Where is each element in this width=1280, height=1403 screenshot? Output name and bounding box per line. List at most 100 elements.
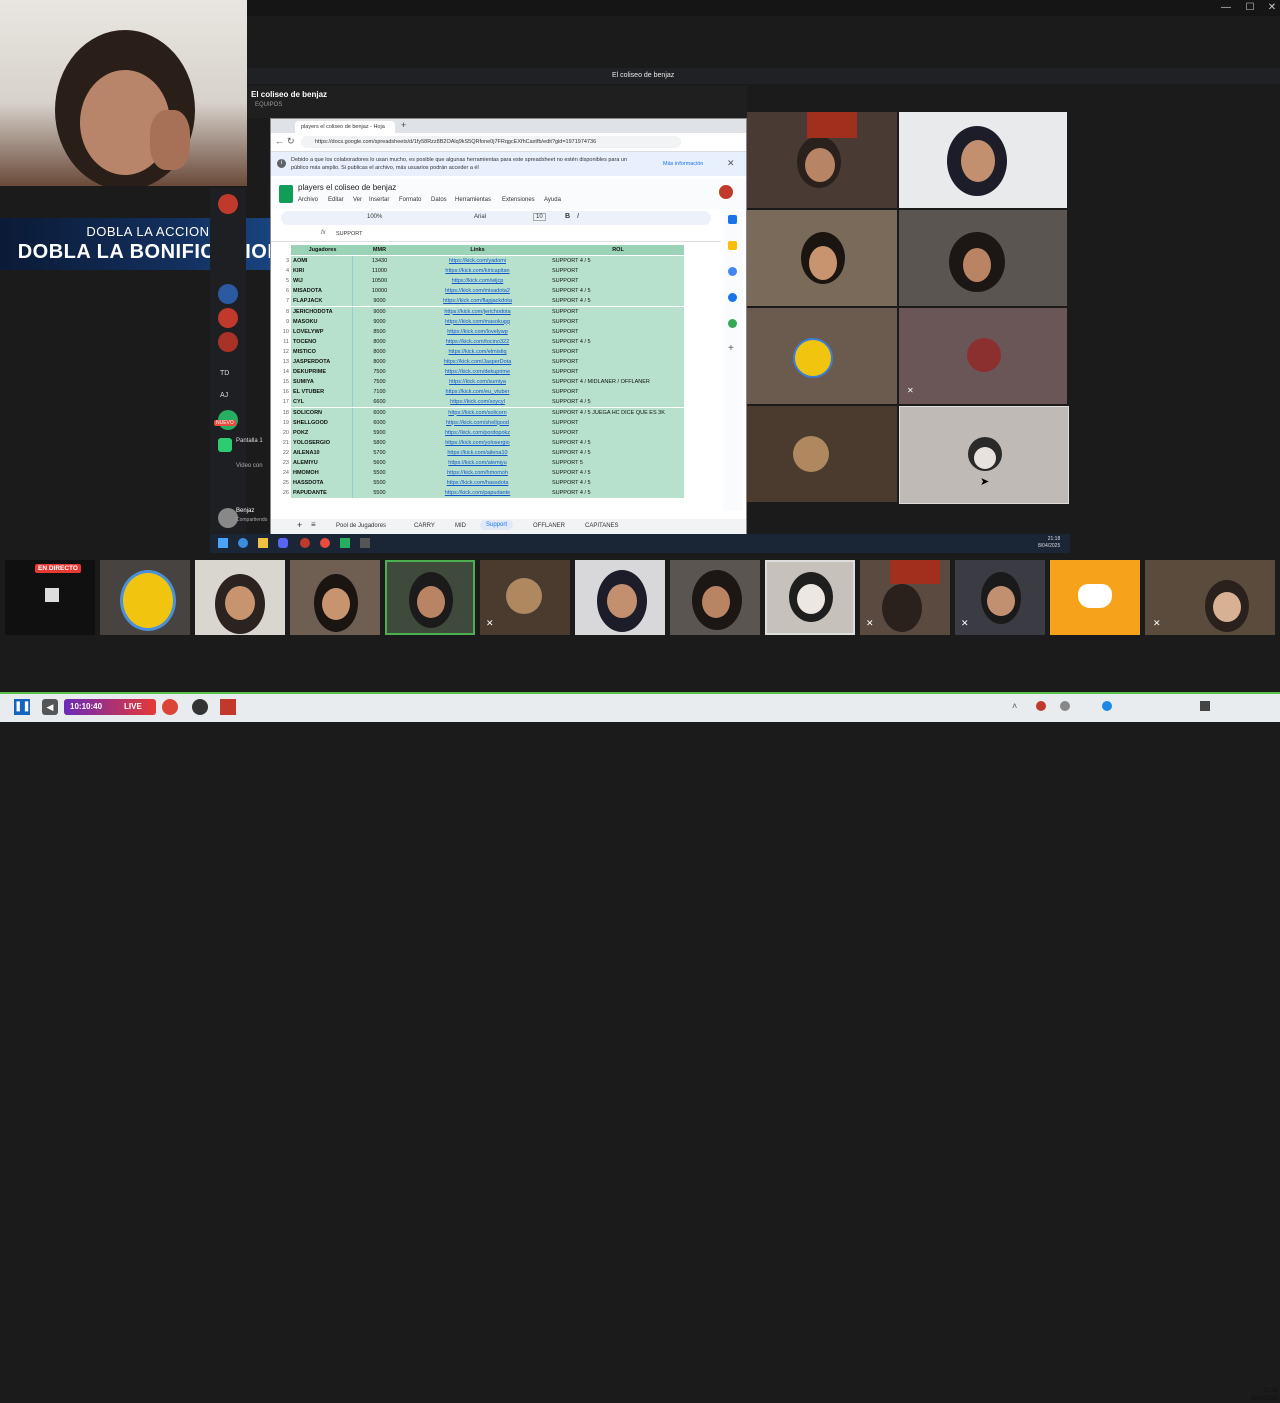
participant-tile[interactable] (747, 406, 897, 502)
account-avatar[interactable] (719, 185, 733, 199)
link-cell[interactable]: https://kick.com/lovelywp (406, 326, 550, 337)
role-cell[interactable]: SUPPORT (549, 306, 684, 317)
avatar[interactable] (218, 508, 238, 528)
menu-ver[interactable]: Ver (353, 197, 362, 203)
more-info-link[interactable]: Más información (663, 161, 703, 167)
role-cell[interactable]: SUPPORT 4 / 5 JUEGA HC DICE QUE ES 3K (549, 407, 684, 418)
sheet-tab-mid[interactable]: MID (455, 523, 466, 529)
add-sheet-icon[interactable]: + (297, 520, 302, 530)
role-cell[interactable]: SUPPORT (549, 357, 684, 367)
link-cell[interactable]: https://kick.com/shellgood (406, 417, 550, 428)
link-cell[interactable]: https://kick.com/misadota2 (406, 286, 550, 297)
player-cell[interactable]: CYL (291, 397, 353, 408)
participant-strip-tile[interactable] (100, 560, 190, 635)
folder-icon[interactable] (258, 538, 268, 548)
link-cell[interactable]: https://kick.com/hassdota (406, 478, 550, 489)
link-cell[interactable]: https://kick.com/hmomoh (406, 468, 550, 479)
link-cell[interactable]: https://kick.com/wijcp (406, 276, 550, 287)
table-row[interactable]: 3 AOMI 13430 https://kick.com/yadomi SUPPORT… (286, 256, 711, 266)
link-cell[interactable]: https://kick.com/jerichodota (406, 306, 550, 317)
role-cell[interactable]: SUPPORT (549, 346, 684, 357)
menu-editar[interactable]: Editar (328, 197, 344, 203)
role-cell[interactable]: SUPPORT 4 / 5 (549, 397, 684, 408)
mmr-cell[interactable]: 8000 (353, 346, 407, 357)
table-row[interactable]: 25 HASSDOTA 5500 https://kick.com/hassdota S… (283, 478, 711, 489)
mmr-cell[interactable]: 7100 (353, 387, 407, 398)
table-row[interactable]: 8 JERICHODOTA 9000 https://kick.com/jericho… (286, 306, 711, 317)
mmr-cell[interactable]: 10000 (353, 286, 407, 297)
link-cell[interactable]: https://kick.com/yolosergio (406, 437, 550, 448)
column-header[interactable]: ROL (549, 245, 684, 255)
link-cell[interactable]: https://kick.com/solicorn (406, 407, 550, 418)
taskbar-clock[interactable]: 21:18 8/04/2025 (1250, 1387, 1278, 1403)
sheet-tab-carry[interactable]: CARRY (414, 523, 435, 529)
calendar-icon[interactable] (728, 215, 737, 224)
maps-icon[interactable] (728, 319, 737, 328)
close-notice-icon[interactable]: ✕ (727, 158, 735, 169)
mmr-cell[interactable]: 13430 (353, 256, 407, 266)
mmr-cell[interactable]: 5700 (353, 447, 407, 458)
link-cell[interactable]: https://kick.com/kiricapitan (406, 266, 550, 277)
mmr-cell[interactable]: 5500 (353, 468, 407, 479)
table-row[interactable]: 26 PAPUDANTE 5500 https://kick.com/papudant… (283, 488, 711, 499)
table-row[interactable]: 10 LOVELYWP 8500 https://kick.com/lovelywp S… (283, 326, 711, 337)
link-cell[interactable]: https://kick.com/flapjackdota (406, 296, 550, 307)
server-icon[interactable] (218, 332, 238, 352)
add-addon-icon[interactable]: + (728, 343, 734, 354)
mmr-cell[interactable]: 10500 (353, 276, 407, 287)
tray-icon[interactable] (1060, 701, 1070, 711)
table-row[interactable]: 11 TOCENO 8000 https://kick.com/tocino322 SU… (283, 336, 711, 347)
participant-tile[interactable]: ➤ (899, 406, 1069, 504)
link-cell[interactable]: https://kick.com/ailena10 (406, 447, 550, 458)
mmr-cell[interactable]: 9000 (353, 296, 407, 307)
table-row[interactable]: 20 POKZ 5900 https://kick.com/pordopokz SUPP… (283, 427, 711, 438)
link-cell[interactable]: https://kick.com/tocino322 (406, 336, 550, 347)
back-icon[interactable]: ← (275, 136, 284, 146)
player-cell[interactable]: JASPERDOTA (291, 357, 353, 367)
role-cell[interactable]: SUPPORT 4 / 5 (549, 468, 684, 479)
player-cell[interactable]: ALEMIYU (291, 458, 353, 468)
link-cell[interactable]: https://kick.com/sumiya (406, 377, 550, 388)
role-cell[interactable]: SUPPORT (549, 326, 684, 337)
zoom-select[interactable]: 100% (367, 214, 382, 220)
table-row[interactable]: 14 DEKUPRIME 7500 https://kick.com/dekuprim… (283, 367, 711, 378)
role-cell[interactable]: SUPPORT (549, 427, 684, 438)
link-cell[interactable]: https://kick.com/eu_vtuber (406, 387, 550, 398)
mmr-cell[interactable]: 6000 (353, 417, 407, 428)
player-cell[interactable]: SOLICORN (291, 407, 353, 418)
menu-datos[interactable]: Datos (431, 197, 447, 203)
menu-herramientas[interactable]: Herramientas (455, 197, 491, 203)
role-cell[interactable]: SUPPORT (549, 316, 684, 327)
tray-icon[interactable] (1036, 701, 1046, 711)
column-header[interactable]: Links (406, 245, 550, 255)
app-icon[interactable] (360, 538, 370, 548)
participant-tile[interactable]: ✕ (899, 308, 1067, 404)
sheet-tab-capitanes[interactable]: CAPITANES (585, 523, 619, 529)
url-input[interactable]: https://docs.google.com/spreadsheets/d/1… (301, 136, 681, 148)
mmr-cell[interactable]: 11000 (353, 266, 407, 277)
player-cell[interactable]: TOCENO (291, 336, 353, 347)
role-cell[interactable]: SUPPORT (549, 276, 684, 287)
sheets-icon[interactable] (340, 538, 350, 548)
mmr-cell[interactable]: 6000 (353, 407, 407, 418)
menu-ayuda[interactable]: Ayuda (544, 197, 561, 203)
player-cell[interactable]: YOLOSERGIO (291, 437, 353, 448)
table-row[interactable]: 16 EL VTUBER 7100 https://kick.com/eu_vtube… (283, 387, 711, 398)
table-row[interactable]: 19 SHELLGOOD 6000 https://kick.com/shellgoo… (283, 417, 711, 428)
participant-strip-tile-discord[interactable] (1050, 560, 1140, 635)
player-cell[interactable]: SUMIYA (291, 377, 353, 388)
table-row[interactable]: 7 FLAPJACK 9000 https://kick.com/flapjackdo… (286, 296, 711, 307)
link-cell[interactable]: https://kick.com/masokugg (406, 316, 550, 327)
server-label-td[interactable]: TD (220, 370, 229, 377)
mmr-cell[interactable]: 5900 (353, 427, 407, 438)
column-header[interactable]: MMR (353, 245, 407, 255)
mmr-cell[interactable]: 7500 (353, 367, 407, 378)
table-row[interactable]: 15 SUMIYA 7500 https://kick.com/sumiya SUPPO… (283, 377, 711, 388)
role-cell[interactable]: SUPPORT 4 / 5 (549, 478, 684, 489)
discord-icon[interactable] (278, 538, 288, 548)
screen-label[interactable]: Pantalla 1 (236, 438, 263, 444)
player-cell[interactable]: JERICHODOTA (291, 306, 353, 317)
link-cell[interactable]: https://kick.com/yadomi (406, 256, 550, 266)
tray-up-icon[interactable]: ˄ (1012, 701, 1017, 711)
all-sheets-icon[interactable]: ≡ (311, 520, 316, 529)
